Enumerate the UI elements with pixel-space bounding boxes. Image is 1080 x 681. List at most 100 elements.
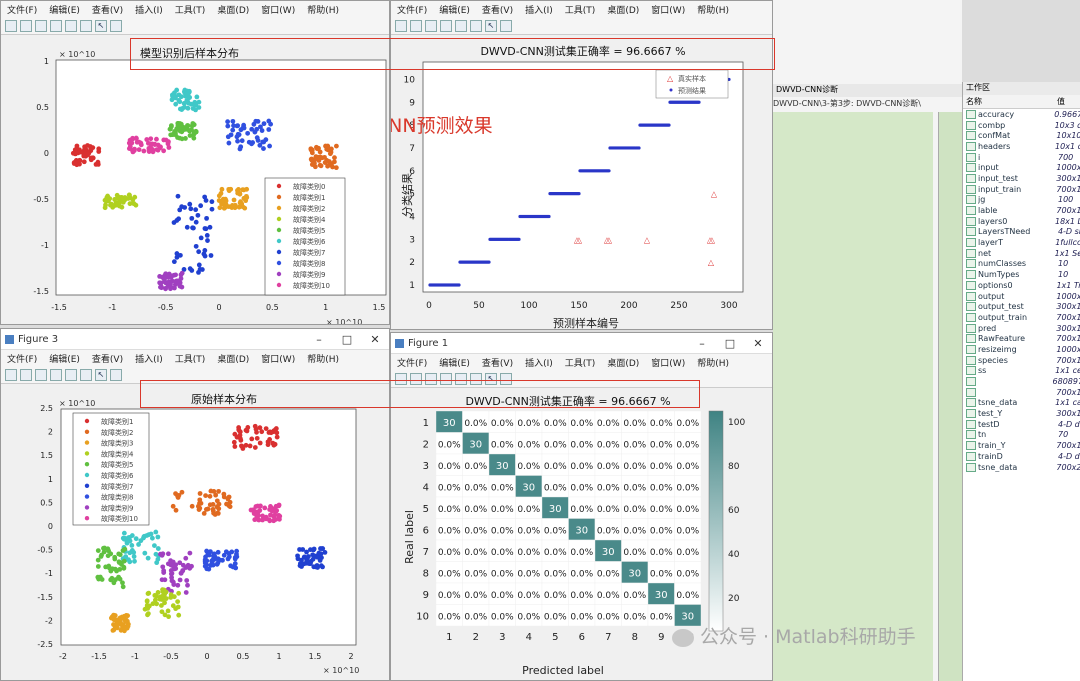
menu-insert[interactable]: 插入(I) [129, 3, 169, 16]
workspace-variable-row[interactable]: output_test 300x1 [963, 301, 1080, 312]
maximize-icon[interactable]: □ [333, 333, 361, 346]
workspace-variable-row[interactable]: RawFeature 700x1 [963, 333, 1080, 344]
workspace-variable-row[interactable]: trainD 4-D d [963, 451, 1080, 462]
workspace-variable-row[interactable]: 680897 [963, 376, 1080, 387]
open-folder-icon[interactable] [20, 19, 32, 32]
menu-desktop[interactable]: 桌面(D) [601, 356, 645, 369]
workspace-variable-row[interactable]: accuracy 0.9667 [963, 109, 1080, 120]
workspace-variable-row[interactable]: input_train 700x1 [963, 184, 1080, 195]
workspace-variable-row[interactable]: layerT 1fullco [963, 237, 1080, 248]
editor-scrollbar[interactable] [938, 112, 963, 681]
workspace-variable-row[interactable]: confMat 10x10 [963, 130, 1080, 141]
pointer-icon[interactable]: ↖ [485, 19, 497, 32]
minimize-icon[interactable]: – [688, 337, 716, 350]
workspace-variable-row[interactable]: output_train 700x1 [963, 312, 1080, 323]
menu-edit[interactable]: 编辑(E) [43, 3, 86, 16]
pointer-icon[interactable]: ↖ [95, 19, 107, 32]
workspace-variable-row[interactable]: lable 700x1 [963, 205, 1080, 216]
workspace-variable-row[interactable]: headers 10x1 c [963, 141, 1080, 152]
close-icon[interactable]: ✕ [361, 333, 389, 346]
menu-help[interactable]: 帮助(H) [301, 352, 345, 365]
workspace-variable-row[interactable]: pred 300x1 [963, 323, 1080, 334]
insert-colorbar-icon[interactable] [500, 19, 512, 32]
workspace-variable-row[interactable]: numClasses 10 [963, 259, 1080, 270]
new-file-icon[interactable] [395, 19, 407, 32]
menu-tools[interactable]: 工具(T) [169, 3, 212, 16]
workspace-variable-row[interactable]: testD 4-D d [963, 419, 1080, 430]
property-editor-icon[interactable] [80, 368, 92, 381]
menu-file[interactable]: 文件(F) [391, 356, 433, 369]
workspace-variable-row[interactable]: layers0 18x1 L [963, 216, 1080, 227]
workspace-variable-row[interactable]: 700x1 [963, 387, 1080, 398]
menu-edit[interactable]: 编辑(E) [433, 3, 476, 16]
column-name-header[interactable]: 名称 [963, 96, 1057, 107]
workspace-variable-row[interactable]: i 700 [963, 152, 1080, 163]
insert-colorbar-icon[interactable] [110, 368, 122, 381]
menu-tools[interactable]: 工具(T) [169, 352, 212, 365]
workspace-variable-row[interactable]: tsne_data 1x1 ca [963, 398, 1080, 409]
dock-icon[interactable] [65, 368, 77, 381]
insert-colorbar-icon[interactable] [110, 19, 122, 32]
menu-view[interactable]: 查看(V) [476, 3, 519, 16]
workspace-variable-row[interactable]: ss 1x1 ce [963, 366, 1080, 377]
property-editor-icon[interactable] [80, 19, 92, 32]
dock-icon[interactable] [65, 19, 77, 32]
workspace-variable-row[interactable]: output 1000x [963, 291, 1080, 302]
workspace-variable-row[interactable]: combp 10x3 d [963, 120, 1080, 131]
menu-window[interactable]: 窗口(W) [255, 352, 301, 365]
minimize-icon[interactable]: – [305, 333, 333, 346]
menu-desktop[interactable]: 桌面(D) [211, 3, 255, 16]
menu-edit[interactable]: 编辑(E) [43, 352, 86, 365]
menu-window[interactable]: 窗口(W) [645, 356, 691, 369]
menu-help[interactable]: 帮助(H) [301, 3, 345, 16]
menu-desktop[interactable]: 桌面(D) [211, 352, 255, 365]
workspace-variable-row[interactable]: input_test 300x1 [963, 173, 1080, 184]
menu-view[interactable]: 查看(V) [86, 352, 129, 365]
pointer-icon[interactable]: ↖ [95, 368, 107, 381]
menu-help[interactable]: 帮助(H) [691, 356, 735, 369]
menu-insert[interactable]: 插入(I) [519, 356, 559, 369]
menu-edit[interactable]: 编辑(E) [433, 356, 476, 369]
menu-desktop[interactable]: 桌面(D) [601, 3, 645, 16]
open-folder-icon[interactable] [20, 368, 32, 381]
menu-view[interactable]: 查看(V) [86, 3, 129, 16]
workspace-variable-row[interactable]: species 700x1 [963, 355, 1080, 366]
print-icon[interactable] [440, 19, 452, 32]
menu-help[interactable]: 帮助(H) [691, 3, 735, 16]
workspace-variable-row[interactable]: test_Y 300x1 [963, 408, 1080, 419]
save-icon[interactable] [425, 19, 437, 32]
print-icon[interactable] [50, 368, 62, 381]
maximize-icon[interactable]: □ [716, 337, 744, 350]
workspace-variable-row[interactable]: input 1000x [963, 162, 1080, 173]
workspace-variable-row[interactable]: tn 70 [963, 430, 1080, 441]
workspace-variable-row[interactable]: jg 100 [963, 195, 1080, 206]
workspace-variable-row[interactable]: LayersTNeed 4-D si [963, 227, 1080, 238]
new-file-icon[interactable] [5, 19, 17, 32]
menu-insert[interactable]: 插入(I) [519, 3, 559, 16]
menu-file[interactable]: 文件(F) [391, 3, 433, 16]
workspace-variable-row[interactable]: options0 1x1 Tr [963, 280, 1080, 291]
save-icon[interactable] [35, 368, 47, 381]
menu-tools[interactable]: 工具(T) [559, 356, 602, 369]
menu-file[interactable]: 文件(F) [1, 352, 43, 365]
property-editor-icon[interactable] [470, 19, 482, 32]
new-file-icon[interactable] [5, 368, 17, 381]
scatter-point [254, 435, 260, 441]
workspace-variable-row[interactable]: resizeimg 1000x [963, 344, 1080, 355]
open-folder-icon[interactable] [410, 19, 422, 32]
save-icon[interactable] [35, 19, 47, 32]
column-value-header[interactable]: 值 [1057, 96, 1065, 107]
workspace-variable-row[interactable]: tsne_data 700x2 [963, 462, 1080, 473]
close-icon[interactable]: ✕ [744, 337, 772, 350]
print-icon[interactable] [50, 19, 62, 32]
menu-window[interactable]: 窗口(W) [645, 3, 691, 16]
menu-file[interactable]: 文件(F) [1, 3, 43, 16]
workspace-variable-row[interactable]: train_Y 700x1 [963, 440, 1080, 451]
menu-tools[interactable]: 工具(T) [559, 3, 602, 16]
menu-window[interactable]: 窗口(W) [255, 3, 301, 16]
workspace-variable-row[interactable]: NumTypes 10 [963, 269, 1080, 280]
dock-icon[interactable] [455, 19, 467, 32]
workspace-variable-row[interactable]: net 1x1 Se [963, 248, 1080, 259]
menu-view[interactable]: 查看(V) [476, 356, 519, 369]
menu-insert[interactable]: 插入(I) [129, 352, 169, 365]
